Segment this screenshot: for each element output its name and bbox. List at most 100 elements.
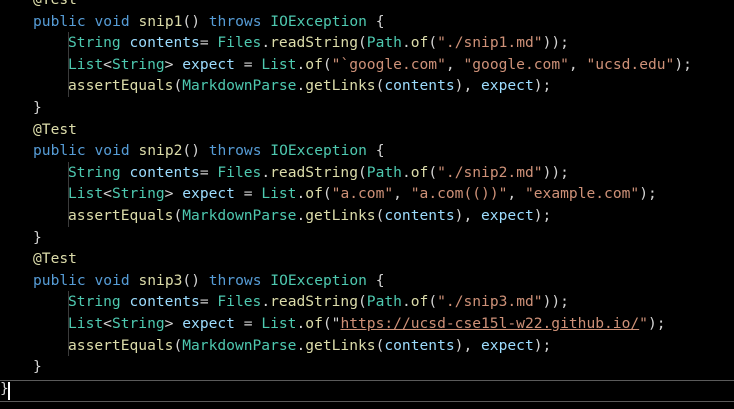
type-name-token: Path (366, 34, 402, 52)
function-name-token: getLinks (305, 336, 376, 354)
punctuation-token: . (296, 185, 306, 203)
punctuation-token: ); (533, 336, 552, 354)
string-literal-token: "google.com" (463, 55, 569, 73)
type-name-token: List (68, 55, 104, 73)
variable-token: expect (481, 336, 534, 354)
punctuation-token: = (234, 55, 262, 73)
punctuation-token: () (182, 271, 209, 289)
punctuation-token: < (103, 55, 112, 73)
punctuation-token: } (33, 358, 42, 376)
variable-token: contents (129, 293, 200, 311)
string-literal-token: "ucsd.edu" (586, 55, 675, 73)
string-literal-token: "a.com" (331, 185, 394, 203)
punctuation-token: (" (322, 315, 341, 332)
keyword-token: void (94, 271, 130, 289)
code-line: } (33, 97, 42, 119)
punctuation-token: . (261, 293, 271, 311)
type-name-token: MarkdownParse (182, 77, 297, 95)
indent-guide (68, 75, 69, 97)
code-editor[interactable]: @Test public void snip1 () throws IOExcept… (0, 0, 734, 409)
type-name-token: List (261, 55, 297, 73)
punctuation-token: . (296, 207, 306, 224)
code-line: List<String> expect = List.of("https://u… (68, 313, 666, 335)
type-name-token: String (111, 185, 165, 203)
punctuation-token: ( (428, 293, 438, 311)
variable-token: expect (182, 315, 235, 332)
function-name-token: readString (270, 34, 358, 52)
current-line-highlight (0, 380, 734, 402)
function-name-token: getLinks (305, 207, 376, 224)
punctuation-token: . (296, 336, 306, 354)
function-name-token: readString (270, 163, 358, 181)
variable-token: contents (384, 336, 455, 354)
type-name-token: Files (217, 34, 262, 52)
code-line: List<String> expect = List.of("a.com", "… (68, 183, 657, 205)
function-name-token: snip2 (138, 142, 183, 160)
indent-guide (68, 334, 69, 357)
code-line: @Test (33, 0, 77, 11)
code-line: } (33, 227, 42, 249)
punctuation-token: = (234, 315, 262, 332)
function-name-token: of (305, 185, 323, 203)
variable-token: expect (481, 77, 534, 95)
keyword-token: throws (208, 271, 262, 289)
variable-token: expect (182, 185, 235, 203)
text-cursor (8, 382, 10, 400)
type-name-token: IOException (270, 142, 367, 160)
keyword-token: public (33, 271, 86, 289)
string-literal-token: " (639, 315, 648, 332)
function-name-token: of (410, 34, 429, 52)
punctuation-token (121, 293, 130, 310)
annotation-token: @Test (33, 0, 77, 8)
function-name-token: snip1 (138, 12, 183, 30)
keyword-token: void (94, 12, 130, 30)
punctuation-token: . (401, 34, 411, 52)
function-name-token: of (410, 163, 429, 181)
punctuation-token: > (164, 185, 183, 203)
punctuation-token: > (164, 315, 183, 332)
punctuation-token: } (33, 99, 42, 116)
keyword-token: public (33, 142, 86, 160)
function-name-token: assertEquals (68, 77, 174, 95)
code-line: @Test (33, 248, 77, 270)
type-name-token: Files (217, 293, 262, 311)
code-line: assertEquals(MarkdownParse.getLinks(cont… (68, 335, 551, 357)
punctuation-token: { (366, 142, 385, 160)
punctuation-token: ( (322, 55, 332, 73)
punctuation-token: ), (454, 336, 482, 354)
punctuation-token: , (507, 185, 525, 203)
punctuation-token: ( (173, 336, 183, 354)
punctuation-token: > (164, 55, 183, 73)
punctuation-token (121, 164, 130, 181)
string-literal-token: "example.com" (524, 185, 640, 203)
function-name-token: of (305, 315, 323, 332)
type-name-token: Path (366, 293, 402, 311)
keyword-token: void (94, 142, 130, 160)
string-literal-token: "`google.com" (331, 55, 446, 73)
punctuation-token: = (199, 293, 218, 311)
punctuation-token: ), (454, 207, 482, 224)
annotation-token: @Test (33, 250, 77, 268)
type-name-token: String (111, 55, 165, 73)
type-name-token: IOException (270, 271, 367, 289)
punctuation-token: ( (358, 163, 367, 181)
function-name-token: assertEquals (68, 207, 174, 224)
keyword-token: throws (208, 142, 262, 160)
punctuation-token: ( (358, 293, 367, 311)
variable-token: contents (384, 207, 455, 224)
punctuation-token: { (366, 12, 385, 30)
variable-token: contents (384, 77, 455, 95)
indent-guide (68, 32, 69, 54)
punctuation-token (86, 272, 95, 289)
indent-guide (68, 313, 69, 335)
punctuation-token: } (33, 228, 42, 246)
code-line: public void snip2() throws IOException { (33, 140, 385, 162)
type-name-token: MarkdownParse (182, 207, 297, 224)
punctuation-token: ( (428, 163, 438, 181)
indent-guide (68, 53, 69, 76)
punctuation-token (86, 13, 95, 30)
punctuation-token (86, 142, 95, 159)
url-link-token[interactable]: https://ucsd-cse15l-w22.github.io/ (340, 315, 639, 332)
punctuation-token: ( (173, 207, 183, 224)
code-line: assertEquals(MarkdownParse.getLinks(cont… (68, 75, 551, 97)
